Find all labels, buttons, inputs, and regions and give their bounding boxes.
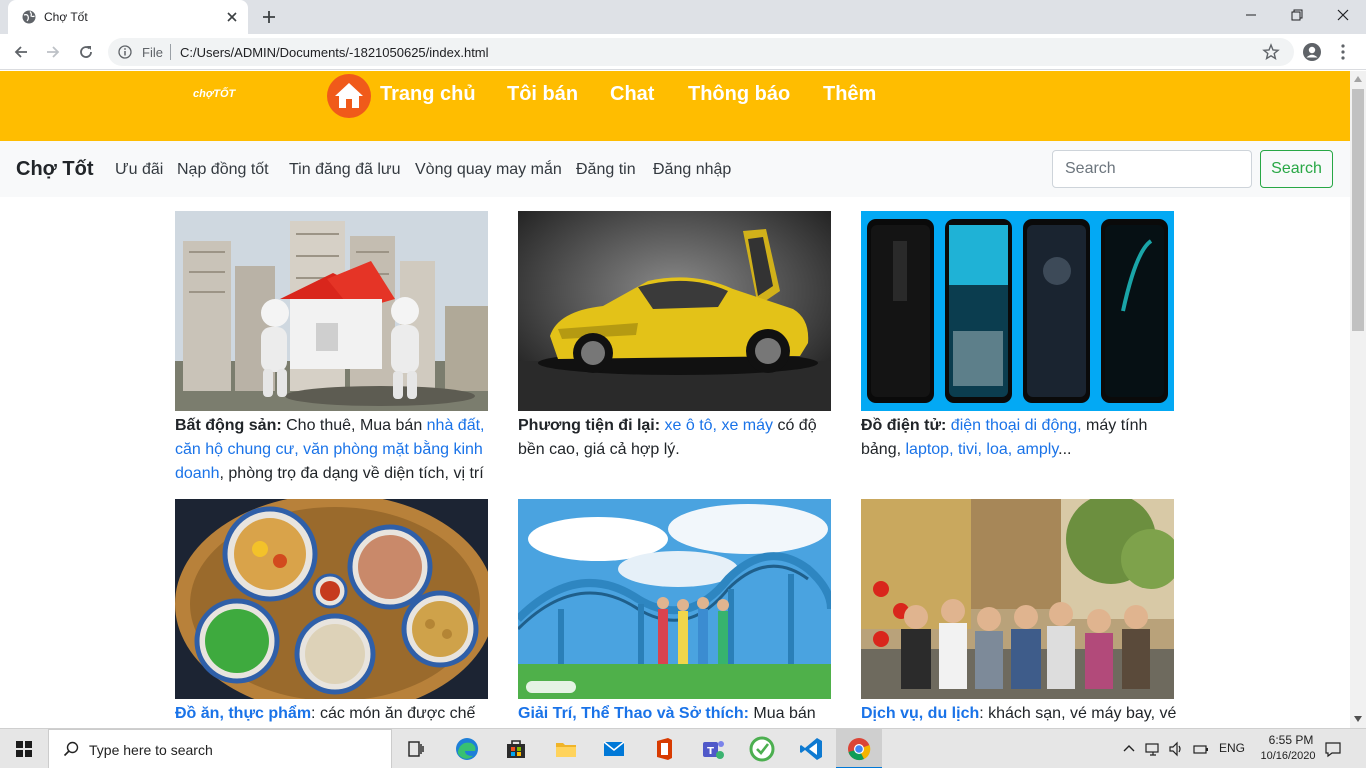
minimize-icon[interactable] [1242, 6, 1260, 24]
nav-sell[interactable]: Tôi bán [507, 83, 578, 106]
search-input[interactable] [1052, 150, 1252, 188]
nav-chat[interactable]: Chat [610, 83, 654, 106]
entertainment-image[interactable] [518, 499, 831, 699]
nav-home[interactable]: Trang chủ [380, 83, 476, 106]
tab-title: Chợ Tốt [44, 10, 88, 24]
edge-browser-icon[interactable] [453, 735, 481, 763]
task-view-icon[interactable] [402, 735, 430, 763]
subnav-login[interactable]: Đăng nhập [653, 161, 731, 179]
card-text-2: , phòng trọ đa dạng về diện tích, vị trí [219, 465, 484, 482]
scroll-up-icon[interactable] [1354, 76, 1362, 82]
app-green-icon[interactable] [748, 735, 776, 763]
volume-icon[interactable] [1168, 741, 1184, 757]
card-link-2[interactable]: laptop, tivi, loa, amply [905, 441, 1058, 458]
vehicles-image[interactable] [518, 211, 831, 411]
browser-tab[interactable]: Chợ Tốt [8, 0, 248, 34]
page-scrollbar[interactable] [1350, 71, 1366, 728]
tab-strip: Chợ Tốt [0, 0, 1366, 34]
battery-icon[interactable] [1193, 741, 1209, 757]
card-food-description: Đồ ăn, thực phẩm: các món ăn được chế [175, 702, 495, 726]
card-electronics-description: Đồ điện tử: điện thoại di động, máy tính… [861, 414, 1181, 462]
back-arrow-icon[interactable] [12, 43, 30, 61]
scrollbar-thumb[interactable] [1352, 89, 1364, 331]
card-text-2: ... [1058, 441, 1072, 458]
subnav-lucky-wheel[interactable]: Vòng quay may mắn [415, 161, 562, 179]
menu-kebab-icon[interactable] [1340, 42, 1346, 62]
vscode-icon[interactable] [797, 735, 825, 763]
close-tab-icon[interactable] [224, 9, 240, 25]
taskbar-search-placeholder: Type here to search [89, 742, 213, 758]
teams-icon[interactable]: T [699, 735, 727, 763]
card-heading-link[interactable]: Đồ ăn, thực phẩm [175, 705, 311, 722]
mail-icon[interactable] [600, 735, 628, 763]
windows-start-icon[interactable] [16, 741, 32, 757]
bookmark-star-icon[interactable] [1262, 43, 1280, 61]
home-icon[interactable] [327, 74, 371, 118]
card-entertainment-description: Giải Trí, Thể Thao và Sở thích: Mua bán [518, 702, 838, 726]
card-heading: Phương tiện đi lại: [518, 417, 661, 434]
food-image[interactable] [175, 499, 488, 699]
card-text-1: Cho thuê, Mua bán [281, 417, 427, 434]
secondary-nav: Chợ Tốt Ưu đãi Nạp đồng tốt Tin đăng đã … [0, 141, 1350, 197]
subnav-post[interactable]: Đăng tin [576, 161, 636, 179]
card-link-1[interactable]: điện thoại di động, [946, 417, 1082, 434]
real-estate-image[interactable] [175, 211, 488, 411]
card-text-1: : khách sạn, vé máy bay, vé [979, 705, 1177, 722]
input-language[interactable]: ENG [1219, 741, 1245, 755]
profile-icon[interactable] [1302, 42, 1322, 62]
globe-icon [22, 10, 36, 24]
omnibox[interactable]: File C:/Users/ADMIN/Documents/-182105062… [108, 38, 1294, 66]
search-button[interactable]: Search [1260, 150, 1333, 188]
nav-more[interactable]: Thêm [823, 83, 876, 106]
screen: Chợ Tốt File C:/Users/ADMIN/Documents/-1… [0, 0, 1366, 768]
file-explorer-icon[interactable] [552, 735, 580, 763]
taskbar: Type here to search T ENG 6:55 PM 10/16/… [0, 728, 1366, 768]
chrome-icon[interactable] [845, 735, 873, 763]
subnav-deals[interactable]: Ưu đãi [115, 161, 163, 179]
taskbar-search-box[interactable]: Type here to search [48, 729, 392, 768]
info-icon[interactable] [118, 45, 132, 59]
search-icon [63, 741, 79, 757]
svg-text:T: T [707, 746, 714, 757]
subnav-saved[interactable]: Tin đăng đã lưu [289, 161, 401, 179]
scroll-down-icon[interactable] [1354, 716, 1362, 722]
card-text-1: Mua bán [748, 705, 816, 722]
notifications-icon[interactable] [1324, 740, 1342, 758]
card-heading: Đồ điện tử: [861, 417, 947, 434]
card-heading: Bất động sản: [175, 417, 282, 434]
card-vehicles-description: Phương tiện đi lại: xe ô tô, xe máy có đ… [518, 414, 838, 462]
clock-date[interactable]: 10/16/2020 [1252, 750, 1324, 762]
card-heading-link[interactable]: Dịch vụ, du lịch [861, 705, 979, 722]
card-services-description: Dịch vụ, du lịch: khách sạn, vé máy bay,… [861, 702, 1181, 726]
network-icon[interactable] [1145, 741, 1161, 757]
url-text[interactable]: C:/Users/ADMIN/Documents/-1821050625/ind… [180, 45, 489, 60]
forward-arrow-icon[interactable] [44, 43, 62, 61]
nav-notifications[interactable]: Thông báo [688, 83, 790, 106]
subnav-topup[interactable]: Nạp đồng tốt [177, 161, 269, 179]
card-text-1: : các món ăn được chế [311, 705, 476, 722]
clock-time[interactable]: 6:55 PM [1258, 733, 1324, 747]
card-heading[interactable]: Giải Trí, Thể Thao và Sở thích: [518, 705, 749, 722]
office-icon[interactable] [650, 735, 678, 763]
scheme-label: File [142, 45, 163, 60]
navbar-brand[interactable]: Chợ Tốt [16, 158, 94, 181]
store-icon[interactable] [502, 735, 530, 763]
card-real-estate-description: Bất động sản: Cho thuê, Mua bán nhà đất,… [175, 414, 495, 486]
new-tab-icon[interactable] [260, 8, 278, 26]
close-window-icon[interactable] [1334, 6, 1352, 24]
services-image[interactable] [861, 499, 1174, 699]
page-viewport: chợTỐT Trang chủ Tôi bán Chat Thông báo … [0, 71, 1350, 728]
omnibox-divider [170, 44, 171, 60]
address-bar: File C:/Users/ADMIN/Documents/-182105062… [0, 34, 1366, 70]
electronics-image[interactable] [861, 211, 1174, 411]
site-logo[interactable]: chợTỐT [193, 88, 235, 100]
show-hidden-icons-chevron-icon[interactable] [1121, 741, 1137, 757]
card-link-1[interactable]: xe ô tô, xe máy [660, 417, 774, 434]
top-nav-bar: chợTỐT Trang chủ Tôi bán Chat Thông báo … [0, 71, 1350, 141]
restore-icon[interactable] [1288, 6, 1306, 24]
reload-icon[interactable] [77, 43, 95, 61]
